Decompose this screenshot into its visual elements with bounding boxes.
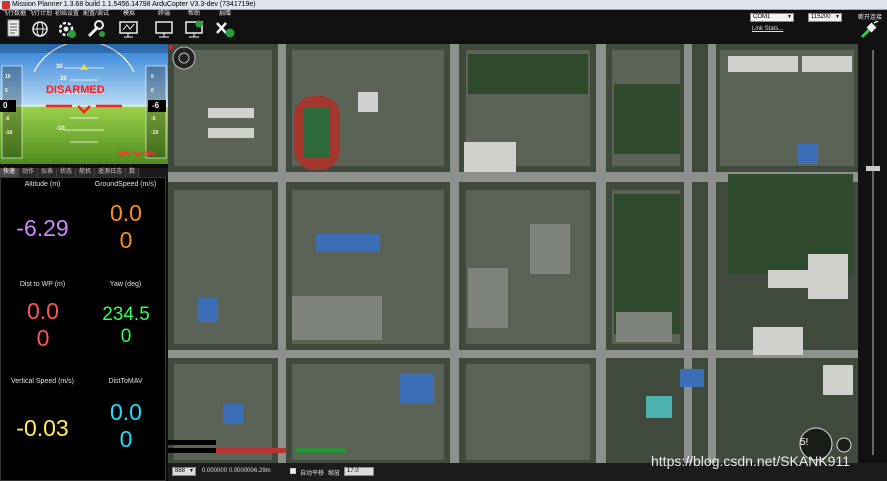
quick-value: 0.00 bbox=[110, 200, 142, 253]
hud-panel: 30 20 10 -10 10 5 -5 -10 5 0 -5 -10 0 -6… bbox=[0, 44, 168, 164]
pitch-label: 30 bbox=[56, 64, 63, 70]
quick-label: Yaw (deg) bbox=[109, 281, 142, 288]
quick-label: Altitude (m) bbox=[24, 181, 61, 188]
left-tape-readout: 0 bbox=[3, 101, 8, 110]
quick-groundspeed[interactable]: GroundSpeed (m/s) 0.00 bbox=[84, 181, 167, 254]
gps-status: GPS: No GPS bbox=[117, 152, 156, 158]
quick-value: 0.00 bbox=[27, 298, 59, 351]
pitch-label: -10 bbox=[56, 126, 65, 132]
altitude-tick: -10 bbox=[5, 130, 13, 136]
menu-initial-setup[interactable]: 初始设置 bbox=[54, 10, 80, 43]
menu-flight-data[interactable]: 飞行数据 bbox=[2, 10, 26, 43]
artificial-horizon bbox=[0, 44, 168, 164]
menu-label: 终端 bbox=[157, 11, 170, 17]
zoom-value: 17.0 bbox=[347, 468, 359, 474]
right-tape-readout: -6 bbox=[152, 101, 160, 110]
baud-rate-value: 115200 bbox=[811, 14, 831, 20]
tab-servo[interactable]: 舵机 bbox=[76, 168, 96, 177]
quick-label: DistToMAV bbox=[108, 378, 143, 385]
satellite-map[interactable]: 5! bbox=[168, 44, 858, 463]
tab-actions[interactable]: 动作 bbox=[19, 168, 39, 177]
com-port-value: COM1 bbox=[753, 14, 771, 20]
window-title: Mission Planner 1.3.68 build 1.1.5456.14… bbox=[12, 1, 256, 8]
quick-dist-to-wp[interactable]: Dist to WP (m) 0.00 bbox=[1, 281, 84, 352]
menu-label: 捐赠 bbox=[218, 11, 231, 17]
menu-config-tuning[interactable]: 配置/调试 bbox=[82, 10, 110, 43]
monitor-icon bbox=[119, 21, 138, 38]
zoom-label: 缩放 bbox=[328, 471, 341, 477]
quick-value: 0.00 bbox=[110, 399, 142, 452]
flight-data-icon bbox=[7, 19, 20, 37]
menu-simulation[interactable]: 模拟 bbox=[116, 10, 142, 43]
menu-label: 飞行数据 bbox=[2, 11, 27, 17]
help-icon bbox=[185, 20, 203, 38]
quick-yaw[interactable]: Yaw (deg) 234.50 bbox=[84, 281, 167, 348]
data-tabs: 快速 动作 仪表 状态 舵机 遥测日志 数 bbox=[0, 168, 168, 177]
chevron-down-icon: ▼ bbox=[835, 14, 840, 20]
tab-status[interactable]: 状态 bbox=[57, 168, 77, 177]
speed-tick: 5 bbox=[151, 74, 154, 80]
menu-flight-plan[interactable]: 飞行计划 bbox=[28, 10, 52, 43]
quick-label: GroundSpeed (m/s) bbox=[94, 181, 157, 188]
auto-pan-checkbox[interactable] bbox=[290, 468, 296, 474]
zoom-indicator: 5! bbox=[800, 437, 809, 448]
auto-pan-label: 自动平移 bbox=[300, 471, 325, 477]
chevron-down-icon: ▼ bbox=[787, 14, 792, 20]
zoom-stepper[interactable]: 17.0 bbox=[344, 467, 374, 476]
satellite-imagery bbox=[168, 44, 858, 463]
menu-label: 飞行计划 bbox=[28, 11, 53, 17]
quick-label: Vertical Speed (m/s) bbox=[10, 378, 75, 385]
quick-value: -0.03 bbox=[16, 415, 69, 441]
wrench-icon bbox=[87, 20, 105, 38]
speed-tick: -5 bbox=[151, 116, 156, 122]
chevron-down-icon: ▼ bbox=[189, 468, 194, 474]
cursor-altitude: -6.29m bbox=[252, 468, 271, 474]
quick-value: -6.29 bbox=[16, 215, 69, 241]
tab-quick[interactable]: 快速 bbox=[0, 168, 20, 177]
tab-telemetry-logs[interactable]: 遥测日志 bbox=[95, 168, 127, 177]
quick-vertical-speed[interactable]: Vertical Speed (m/s) -0.03 bbox=[1, 378, 84, 442]
menu-label: 帮助 bbox=[187, 11, 200, 17]
window-title-bar: Mission Planner 1.3.68 build 1.1.5456.14… bbox=[0, 0, 887, 10]
quick-panel: Altitude (m) -6.29 GroundSpeed (m/s) 0.0… bbox=[0, 177, 166, 481]
menu-help[interactable]: 帮助 bbox=[182, 10, 206, 43]
com-port-select[interactable]: COM1 ▼ bbox=[750, 13, 794, 22]
armed-status: DISARMED bbox=[46, 84, 105, 96]
setup-icon bbox=[58, 21, 76, 38]
quick-dist-to-mav[interactable]: DistToMAV 0.00 bbox=[84, 378, 167, 453]
watermark: https://blog.csdn.net/SKANK911 bbox=[651, 453, 850, 469]
baud-rate-select[interactable]: 115200 ▼ bbox=[808, 13, 842, 22]
cursor-coordinates: 0.000000 0.000000 bbox=[202, 468, 254, 474]
speed-tick: -10 bbox=[151, 130, 159, 136]
altitude-tick: 10 bbox=[5, 74, 11, 80]
plug-icon bbox=[860, 20, 879, 39]
slider-track bbox=[872, 50, 874, 455]
menu-label: 初始设置 bbox=[54, 11, 79, 17]
slider-thumb[interactable] bbox=[866, 166, 880, 171]
quick-value: 234.50 bbox=[102, 304, 150, 347]
tab-gauges[interactable]: 仪表 bbox=[38, 168, 58, 177]
terminal-icon bbox=[155, 21, 173, 38]
tab-data[interactable]: 数 bbox=[126, 168, 140, 177]
quick-label: Dist to WP (m) bbox=[19, 281, 66, 288]
menu-donate[interactable]: 捐赠 bbox=[212, 10, 238, 43]
menu-label: 模拟 bbox=[122, 11, 135, 17]
pitch-label: 20 bbox=[60, 76, 67, 82]
main-toolbar: 飞行数据 飞行计划 初始设置 配置/调试 模拟 终端 帮助 捐赠 COM1 ▼ … bbox=[0, 10, 887, 43]
altitude-tick: 5 bbox=[5, 88, 8, 94]
map-type-value: 888 bbox=[175, 468, 186, 474]
connect-label: 断开连接 bbox=[857, 15, 882, 21]
speed-tick: 0 bbox=[151, 88, 154, 94]
map-zoom-slider[interactable] bbox=[858, 44, 887, 463]
altitude-tick: -5 bbox=[5, 116, 10, 122]
donate-icon bbox=[216, 22, 235, 38]
globe-icon bbox=[32, 21, 48, 37]
link-stats-link[interactable]: Link Stats... bbox=[752, 26, 783, 32]
map-type-select[interactable]: 888 ▼ bbox=[172, 467, 196, 476]
connect-button[interactable]: 断开连接 bbox=[855, 10, 885, 40]
menu-label: 配置/调试 bbox=[83, 11, 109, 17]
menu-terminal[interactable]: 终端 bbox=[152, 10, 176, 43]
app-icon bbox=[2, 1, 10, 9]
quick-altitude[interactable]: Altitude (m) -6.29 bbox=[1, 181, 84, 242]
